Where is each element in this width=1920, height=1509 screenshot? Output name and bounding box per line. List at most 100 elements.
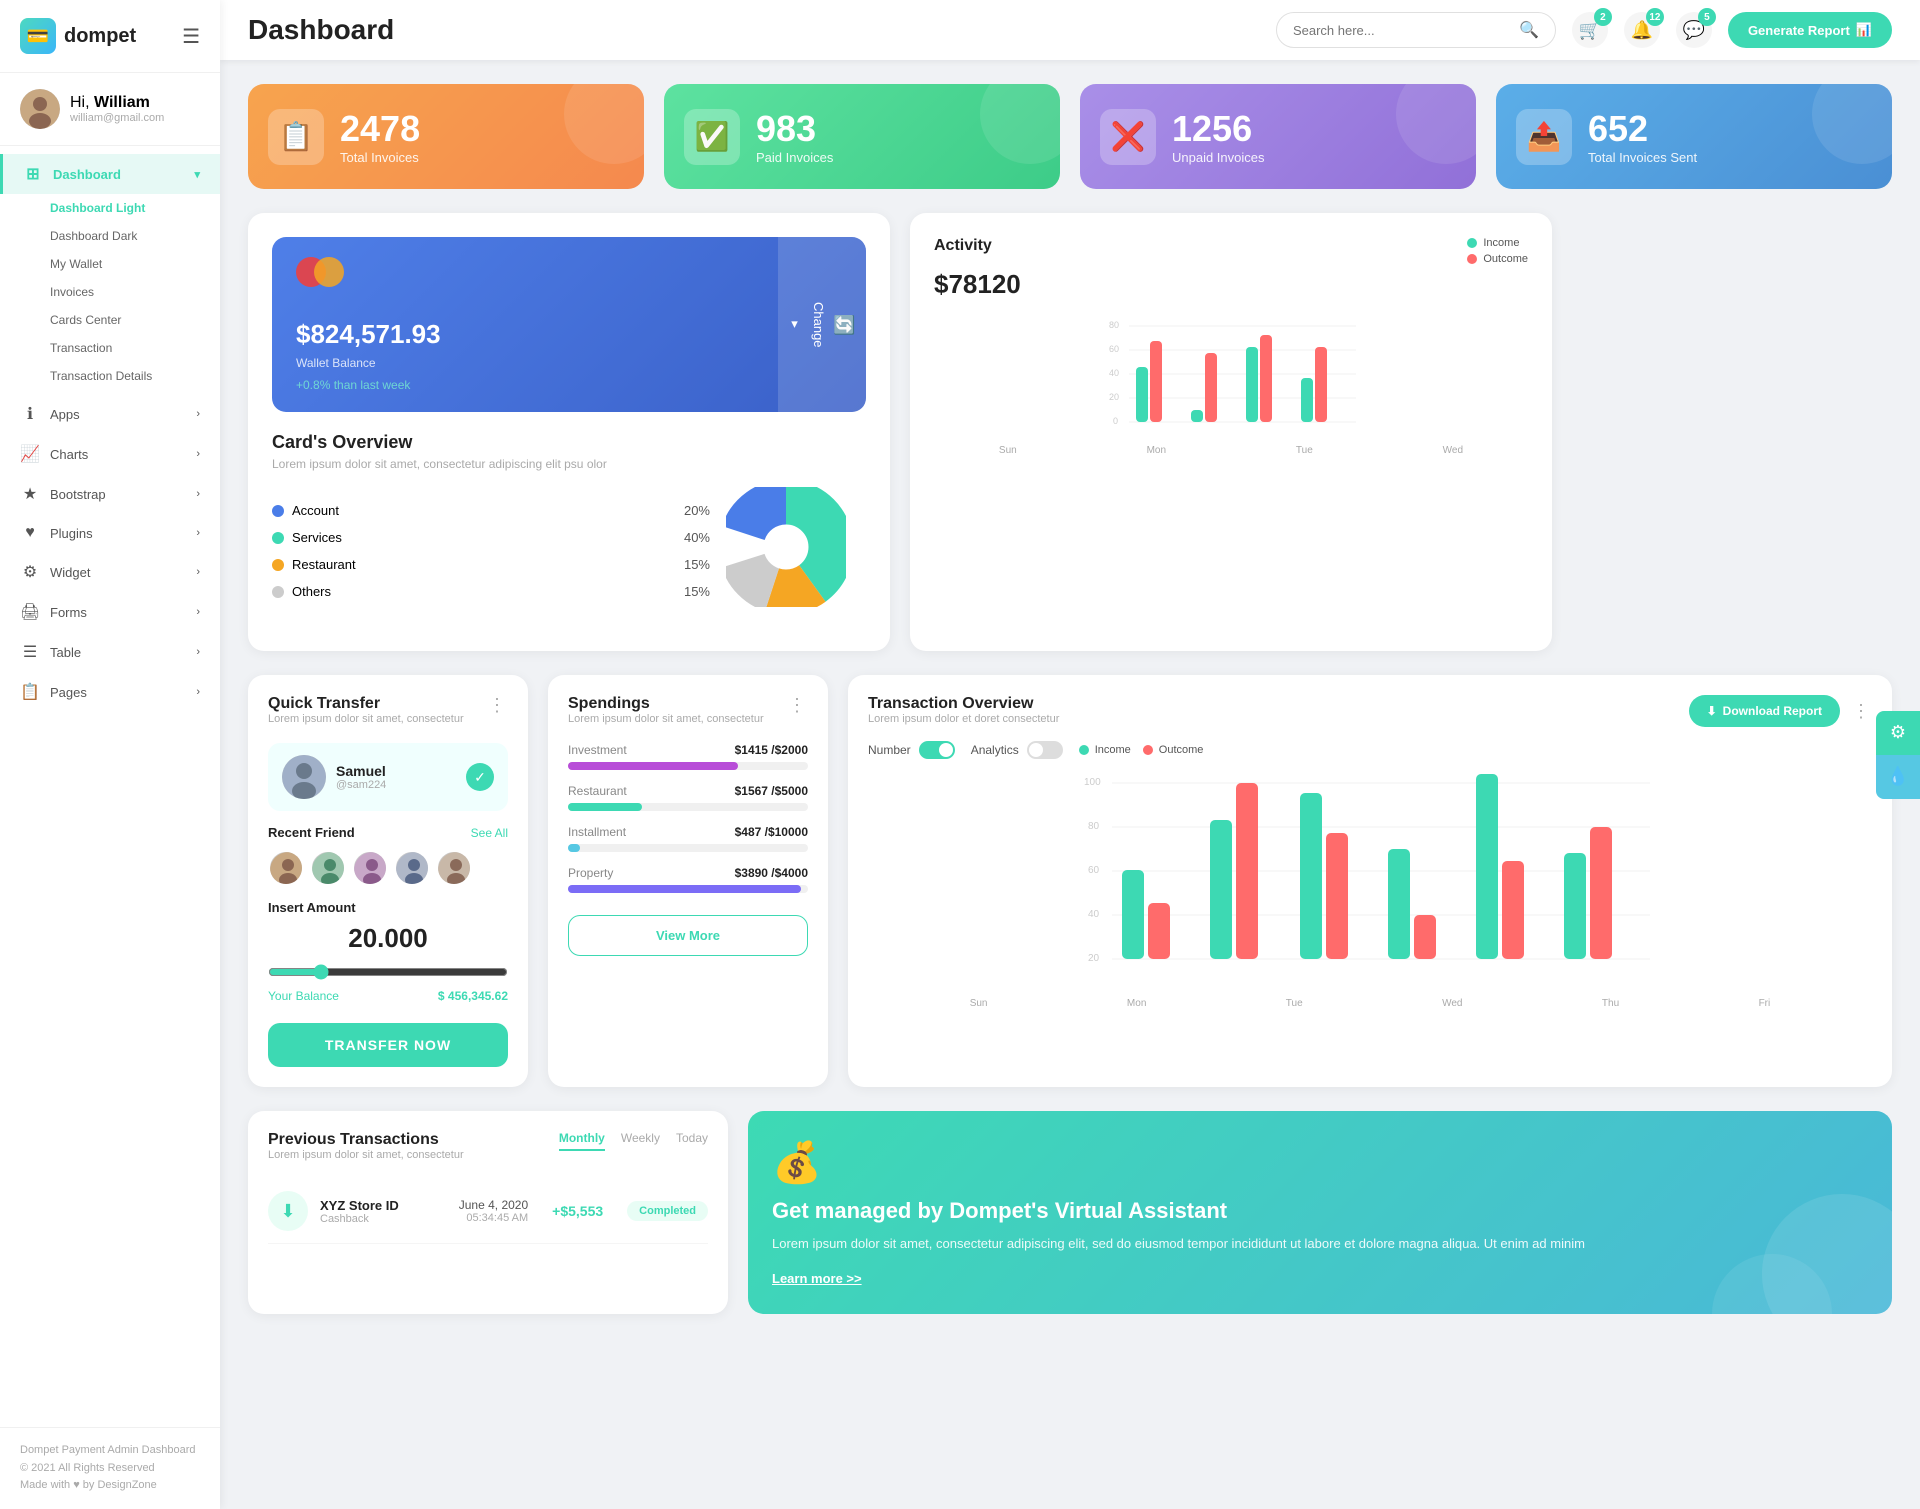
refresh-icon: 🔄: [834, 314, 856, 336]
transfer-now-button[interactable]: TRANSFER NOW: [268, 1023, 508, 1067]
logo-icon: 💳: [20, 18, 56, 54]
change-button[interactable]: 🔄 Change ▾: [778, 237, 866, 412]
cards-overview-info: Card's Overview Lorem ipsum dolor sit am…: [272, 432, 866, 627]
svg-text:80: 80: [1109, 320, 1119, 330]
download-report-button[interactable]: ⬇ Download Report: [1689, 695, 1840, 727]
property-label: Property: [568, 866, 613, 880]
mini-avatar-4[interactable]: [394, 850, 430, 886]
balance-value: $ 456,345.62: [438, 989, 508, 1003]
transaction-name: XYZ Store ID: [320, 1198, 399, 1213]
sidebar-item-dashboard[interactable]: ⊞ Dashboard ▾: [0, 154, 220, 194]
tab-weekly[interactable]: Weekly: [621, 1131, 660, 1151]
cart-button[interactable]: 🛒 2: [1572, 12, 1608, 48]
sub-item-transaction-details[interactable]: Transaction Details: [50, 362, 220, 390]
mini-avatar-2[interactable]: [310, 850, 346, 886]
chevron-right-icon-4: ›: [196, 527, 200, 539]
cart-badge: 2: [1594, 8, 1612, 26]
view-more-button[interactable]: View More: [568, 915, 808, 956]
charts-icon: 📈: [20, 444, 40, 464]
sidebar-item-apps[interactable]: ℹ Apps ›: [0, 394, 220, 434]
to-outcome-dot: [1143, 745, 1153, 755]
stat-card-sent-invoices: 📤 652 Total Invoices Sent: [1496, 84, 1892, 189]
spending-item-restaurant: Restaurant $1567 /$5000: [568, 784, 808, 811]
logo-area: 💳 dompet ☰: [0, 0, 220, 73]
recent-label: Recent Friend: [268, 825, 355, 840]
sub-item-dashboard-dark[interactable]: Dashboard Dark: [50, 222, 220, 250]
transaction-status: Completed: [627, 1201, 708, 1221]
main-content: Dashboard 🔍 🛒 2 🔔 12 💬 5 Generate Report…: [220, 0, 1920, 1509]
change-btn-wrapper: 🔄 Change ▾: [778, 237, 866, 412]
pt-sub: Lorem ipsum dolor sit amet, consectetur: [268, 1149, 464, 1161]
sidebar-item-charts[interactable]: 📈 Charts ›: [0, 434, 220, 474]
made-with-text: Made with ♥ by DesignZone: [20, 1477, 200, 1495]
chevron-down-icon: ▾: [194, 168, 200, 181]
svg-text:20: 20: [1088, 953, 1100, 964]
sub-item-invoices[interactable]: Invoices: [50, 278, 220, 306]
sidebar-item-label-dashboard: Dashboard: [53, 167, 121, 182]
activity-legend: Income Outcome: [1467, 237, 1528, 265]
see-all-link[interactable]: See All: [471, 826, 508, 840]
quick-transfer-title: Quick Transfer: [268, 695, 464, 713]
settings-float-button[interactable]: ⚙: [1876, 711, 1920, 755]
card-overview-panel: $824,571.93 Wallet Balance +0.8% than la…: [248, 213, 890, 651]
virtual-assistant-panel: 💰 Get managed by Dompet's Virtual Assist…: [748, 1111, 1892, 1314]
pages-icon: 📋: [20, 682, 40, 702]
investment-label: Investment: [568, 743, 627, 757]
header: Dashboard 🔍 🛒 2 🔔 12 💬 5 Generate Report…: [220, 0, 1920, 60]
co-list: Account 20% Services 40%: [272, 503, 710, 611]
va-learn-more-link[interactable]: Learn more >>: [772, 1271, 1868, 1286]
sidebar-item-table[interactable]: ☰ Table ›: [0, 632, 220, 672]
sidebar-item-label-pages: Pages: [50, 685, 87, 700]
sidebar-item-pages[interactable]: 📋 Pages ›: [0, 672, 220, 712]
download-report-label: Download Report: [1723, 704, 1822, 718]
sidebar-item-forms[interactable]: 🖨 Forms ›: [0, 592, 220, 632]
tab-today[interactable]: Today: [676, 1131, 708, 1151]
number-toggle[interactable]: [919, 741, 955, 759]
spendings-sub: Lorem ipsum dolor sit amet, consectetur: [568, 713, 764, 725]
income-legend: Income: [1467, 237, 1528, 249]
insert-amount-label: Insert Amount: [268, 900, 508, 915]
analytics-toggle[interactable]: [1027, 741, 1063, 759]
chat-button[interactable]: 💬 5: [1676, 12, 1712, 48]
others-label: Others: [292, 584, 331, 599]
sub-item-my-wallet[interactable]: My Wallet: [50, 250, 220, 278]
search-input[interactable]: [1293, 23, 1511, 38]
sub-item-dashboard-light[interactable]: Dashboard Light: [50, 194, 220, 222]
installment-amount: $487 /$10000: [735, 825, 808, 839]
dashboard-icon: ⊞: [23, 164, 43, 184]
mc-right-circle: [314, 257, 344, 287]
sidebar-item-widget[interactable]: ⚙ Widget ›: [0, 552, 220, 592]
sub-item-transaction[interactable]: Transaction: [50, 334, 220, 362]
restaurant-spending-amount: $1567 /$5000: [735, 784, 808, 798]
spendings-menu[interactable]: ⋮: [788, 695, 808, 716]
services-pct: 40%: [684, 530, 710, 545]
notification-button[interactable]: 🔔 12: [1624, 12, 1660, 48]
to-actions: ⬇ Download Report ⋮: [1689, 695, 1872, 727]
quick-transfer-menu[interactable]: ⋮: [488, 695, 508, 716]
generate-report-button[interactable]: Generate Report 📊: [1728, 12, 1892, 48]
total-invoices-info: 2478 Total Invoices: [340, 108, 420, 165]
amount-slider[interactable]: [268, 964, 508, 980]
big-bar-thu: Thu: [1602, 998, 1619, 1009]
sent-invoices-info: 652 Total Invoices Sent: [1588, 108, 1697, 165]
mini-avatar-3[interactable]: [352, 850, 388, 886]
sub-item-cards-center[interactable]: Cards Center: [50, 306, 220, 334]
transaction-type: Cashback: [320, 1213, 399, 1225]
bar-chart-labels: Sun Mon Tue Wed: [934, 445, 1528, 456]
sidebar-item-label-charts: Charts: [50, 447, 88, 462]
tab-monthly[interactable]: Monthly: [559, 1131, 605, 1151]
svg-text:40: 40: [1088, 909, 1100, 920]
sidebar-item-bootstrap[interactable]: ★ Bootstrap ›: [0, 474, 220, 514]
water-float-button[interactable]: 💧: [1876, 755, 1920, 799]
hamburger-icon[interactable]: ☰: [182, 24, 200, 49]
svg-text:20: 20: [1109, 392, 1119, 402]
va-desc: Lorem ipsum dolor sit amet, consectetur …: [772, 1234, 1868, 1255]
mini-avatar-1[interactable]: [268, 850, 304, 886]
to-menu[interactable]: ⋮: [1852, 701, 1872, 722]
nav-group-dashboard: ⊞ Dashboard ▾ Dashboard Light Dashboard …: [0, 154, 220, 390]
mini-avatar-5[interactable]: [436, 850, 472, 886]
sidebar-item-plugins[interactable]: ♥ Plugins ›: [0, 514, 220, 552]
gear-icon: ⚙: [1890, 722, 1906, 743]
download-arrow-icon: ⬇: [280, 1201, 295, 1222]
services-dot: [272, 532, 284, 544]
